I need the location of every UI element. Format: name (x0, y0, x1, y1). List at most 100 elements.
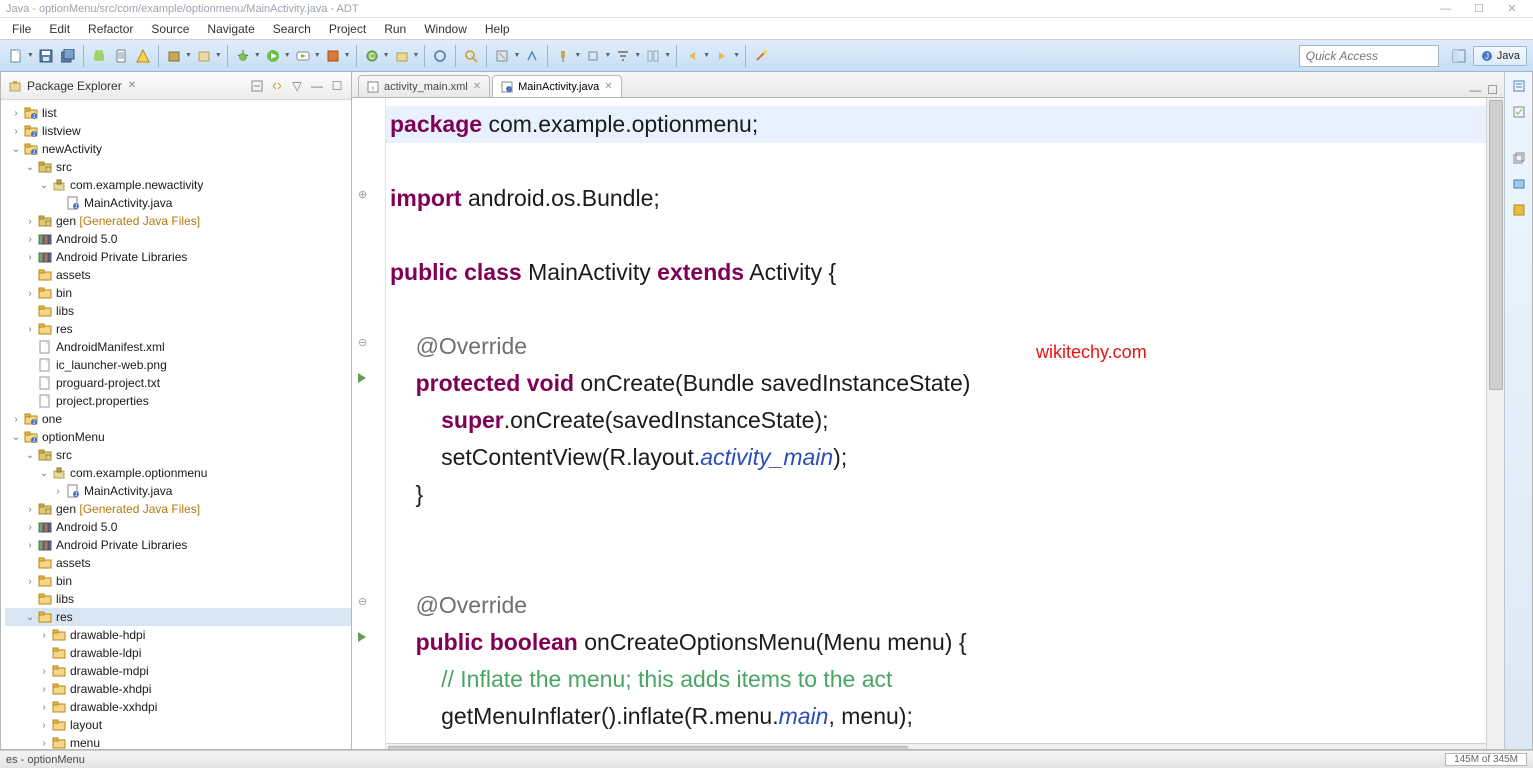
tasklist-icon[interactable] (1509, 102, 1529, 122)
tree-item[interactable]: ›bin (5, 284, 351, 302)
menu-project[interactable]: Project (321, 20, 374, 38)
tree-item[interactable]: assets (5, 554, 351, 572)
tree-item[interactable]: ›Android 5.0 (5, 518, 351, 536)
tree-item[interactable]: ›drawable-xhdpi (5, 680, 351, 698)
editor-minimize-icon[interactable]: — (1469, 83, 1481, 97)
menu-help[interactable]: Help (477, 20, 518, 38)
menu-refactor[interactable]: Refactor (80, 20, 141, 38)
tree-twisty-icon[interactable]: › (23, 576, 37, 587)
back-icon[interactable] (682, 46, 702, 66)
tree-twisty-icon[interactable]: ⌄ (9, 144, 23, 155)
external-tools-icon[interactable] (323, 46, 343, 66)
quick-access-input[interactable] (1299, 45, 1439, 67)
tree-item[interactable]: ⌄JnewActivity (5, 140, 351, 158)
fold-marker-icon[interactable]: ⊖ (358, 336, 367, 349)
collapse-all-icon[interactable] (249, 78, 265, 94)
tree-item[interactable]: libs (5, 590, 351, 608)
search-icon[interactable] (461, 46, 481, 66)
tree-twisty-icon[interactable]: › (9, 126, 23, 137)
tab-close-icon[interactable]: ✕ (473, 81, 481, 92)
forward-icon[interactable] (712, 46, 732, 66)
tree-item[interactable]: project.properties (5, 392, 351, 410)
menu-file[interactable]: File (4, 20, 39, 38)
hscroll-thumb[interactable] (388, 746, 908, 749)
toggle-mark-icon[interactable] (492, 46, 512, 66)
bookmarks-icon[interactable] (1509, 174, 1529, 194)
new-project-icon[interactable] (164, 46, 184, 66)
horizontal-scrollbar[interactable] (386, 743, 1486, 749)
tree-item[interactable]: JMainActivity.java (5, 194, 351, 212)
menu-search[interactable]: Search (265, 20, 319, 38)
close-icon[interactable]: ✕ (1497, 2, 1527, 15)
tree-item[interactable]: proguard-project.txt (5, 374, 351, 392)
tree-item[interactable]: ›Android Private Libraries (5, 536, 351, 554)
tree-twisty-icon[interactable]: › (9, 108, 23, 119)
tree-item[interactable]: ›res (5, 320, 351, 338)
package-tree[interactable]: ›Jlist›Jlistview⌄JnewActivity⌄src⌄com.ex… (1, 100, 351, 749)
lint-icon[interactable] (133, 46, 153, 66)
tree-twisty-icon[interactable]: › (37, 666, 51, 677)
tree-item[interactable]: ›drawable-hdpi (5, 626, 351, 644)
code-content[interactable]: package com.example.optionmenu; import a… (386, 98, 1486, 743)
tree-twisty-icon[interactable]: › (23, 252, 37, 263)
wand-icon[interactable] (751, 46, 771, 66)
open-type-icon[interactable] (430, 46, 450, 66)
tree-item[interactable]: ⌄com.example.optionmenu (5, 464, 351, 482)
menu-source[interactable]: Source (143, 20, 197, 38)
tree-item[interactable]: ›gen [Generated Java Files] (5, 212, 351, 230)
tree-twisty-icon[interactable]: › (37, 702, 51, 713)
code-viewport[interactable]: wikitechy.com package com.example.option… (386, 98, 1486, 749)
tree-twisty-icon[interactable]: ⌄ (9, 432, 23, 443)
fold-marker-icon[interactable]: ⊖ (358, 595, 367, 608)
debug-icon[interactable] (233, 46, 253, 66)
tree-item[interactable]: ›drawable-mdpi (5, 662, 351, 680)
tree-item[interactable]: ›bin (5, 572, 351, 590)
tree-item[interactable]: ›Android 5.0 (5, 230, 351, 248)
tree-item[interactable]: ›layout (5, 716, 351, 734)
tree-twisty-icon[interactable]: › (9, 414, 23, 425)
tree-item[interactable]: ⌄res (5, 608, 351, 626)
tree-twisty-icon[interactable]: › (23, 540, 37, 551)
editor-tab[interactable]: MainActivity.java✕ (492, 75, 622, 97)
menu-run[interactable]: Run (376, 20, 414, 38)
tree-twisty-icon[interactable]: › (37, 630, 51, 641)
tree-twisty-icon[interactable]: ⌄ (23, 612, 37, 623)
tree-twisty-icon[interactable]: › (23, 504, 37, 515)
tree-item[interactable]: ›JMainActivity.java (5, 482, 351, 500)
restore-icon[interactable] (1509, 148, 1529, 168)
java-perspective-button[interactable]: J Java (1473, 46, 1527, 66)
task-icon[interactable] (583, 46, 603, 66)
link-editor-icon[interactable] (269, 78, 285, 94)
properties-icon[interactable] (1509, 200, 1529, 220)
tree-item[interactable]: AndroidManifest.xml (5, 338, 351, 356)
pin-icon[interactable] (553, 46, 573, 66)
tree-item[interactable]: ⌄src (5, 158, 351, 176)
heap-status[interactable]: 145M of 345M (1445, 753, 1527, 766)
save-all-icon[interactable] (58, 46, 78, 66)
tree-item[interactable]: drawable-ldpi (5, 644, 351, 662)
tree-twisty-icon[interactable]: › (37, 684, 51, 695)
tree-item[interactable]: ›Jlist (5, 104, 351, 122)
view-menu-icon[interactable]: ▽ (289, 78, 305, 94)
tree-twisty-icon[interactable]: › (23, 234, 37, 245)
view-close-icon[interactable]: ✕ (128, 80, 136, 91)
save-icon[interactable] (36, 46, 56, 66)
tree-twisty-icon[interactable]: › (23, 288, 37, 299)
tree-item[interactable]: assets (5, 266, 351, 284)
android-sdk-icon[interactable] (89, 46, 109, 66)
maximize-icon[interactable]: ☐ (1464, 2, 1494, 15)
tree-item[interactable]: ic_launcher-web.png (5, 356, 351, 374)
run-last-icon[interactable] (293, 46, 313, 66)
override-marker-icon[interactable] (358, 632, 368, 642)
maximize-view-icon[interactable]: ☐ (329, 78, 345, 94)
new-package2-icon[interactable] (392, 46, 412, 66)
open-perspective-icon[interactable] (1449, 46, 1469, 66)
run-icon[interactable] (263, 46, 283, 66)
tree-item[interactable]: ⌄com.example.newactivity (5, 176, 351, 194)
perspective-icon[interactable] (643, 46, 663, 66)
tree-twisty-icon[interactable]: › (37, 738, 51, 749)
tree-twisty-icon[interactable]: ⌄ (37, 468, 51, 479)
vscroll-thumb[interactable] (1489, 100, 1503, 390)
tree-item[interactable]: ›Jlistview (5, 122, 351, 140)
menu-edit[interactable]: Edit (41, 20, 78, 38)
